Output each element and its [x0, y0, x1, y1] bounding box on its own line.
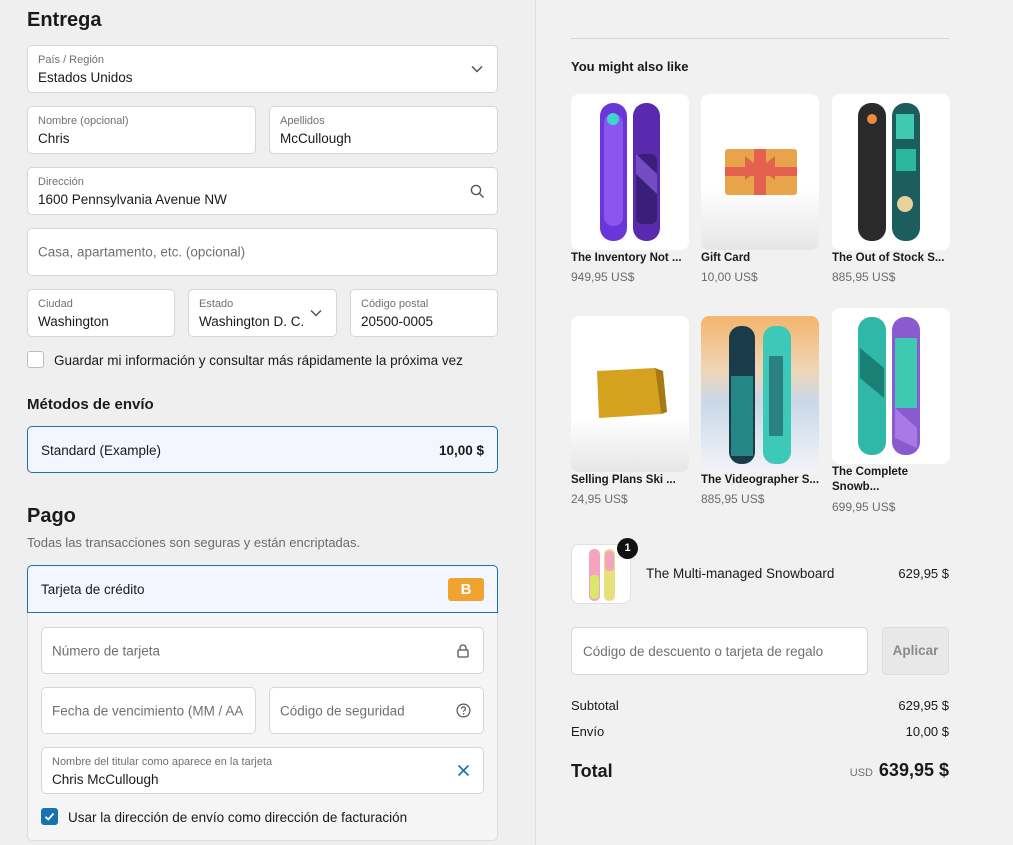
product-title: The Videographer S... — [701, 474, 820, 486]
shipping-option-name: Standard (Example) — [41, 443, 162, 458]
last-name-label: Apellidos — [280, 115, 325, 127]
product-price: 885,95 US$ — [701, 492, 765, 506]
shipping-label: Envío — [571, 724, 605, 739]
delivery-heading: Entrega — [27, 9, 102, 31]
payment-method-credit-card[interactable]: Tarjeta de crédito B — [27, 565, 498, 613]
apply-discount-button[interactable]: Aplicar — [882, 627, 949, 675]
payment-heading: Pago — [27, 505, 76, 527]
clear-icon[interactable] — [455, 763, 471, 779]
card-holder-value: Chris McCullough — [52, 772, 159, 787]
subtotal-value: 629,95 $ — [898, 698, 949, 713]
card-brand-badge: B — [448, 578, 484, 601]
city-label: Ciudad — [38, 298, 73, 310]
discount-code-input[interactable]: Código de descuento o tarjeta de regalo — [571, 627, 868, 675]
shipping-value: 10,00 $ — [905, 724, 949, 739]
total-label: Total — [571, 761, 613, 781]
product-title: Selling Plans Ski ... — [571, 474, 676, 486]
product-price: 24,95 US$ — [571, 492, 628, 506]
shipping-option-standard[interactable]: Standard (Example) 10,00 $ — [27, 426, 498, 473]
save-info-checkbox[interactable] — [27, 351, 44, 368]
country-label: País / Región — [38, 54, 105, 66]
cart-item-price: 629,95 $ — [898, 566, 949, 581]
city-value: Washington — [38, 314, 109, 329]
expiry-field[interactable]: Fecha de vencimiento (MM / AA — [41, 687, 256, 734]
product-price: 885,95 US$ — [832, 270, 896, 284]
state-select[interactable]: Estado Washington D. C. — [188, 289, 337, 337]
recommendations-heading: You might also like — [571, 59, 689, 74]
country-select[interactable]: País / Región Estados Unidos — [27, 45, 498, 93]
search-icon — [469, 183, 485, 199]
zip-field[interactable]: Código postal 20500-0005 — [350, 289, 498, 337]
city-field[interactable]: Ciudad Washington — [27, 289, 175, 337]
first-name-value: Chris — [38, 131, 70, 146]
chevron-down-icon — [308, 305, 324, 321]
shipping-option-price: 10,00 $ — [438, 443, 484, 458]
billing-same-label: Usar la dirección de envío como direcció… — [68, 810, 408, 825]
zip-label: Código postal — [361, 298, 429, 310]
product-title: The Complete Snowb... — [832, 466, 909, 493]
card-number-field[interactable]: Número de tarjeta — [41, 627, 484, 674]
card-number-placeholder: Número de tarjeta — [52, 643, 161, 658]
total-currency: USD — [849, 767, 873, 779]
card-holder-field[interactable]: Nombre del titular como aparece en la ta… — [41, 747, 484, 794]
address-field[interactable]: Dirección 1600 Pennsylvania Avenue NW — [27, 167, 498, 215]
product-image — [701, 94, 819, 250]
country-value: Estados Unidos — [38, 70, 133, 85]
product-image — [701, 316, 819, 472]
product-image — [571, 94, 689, 250]
last-name-value: McCullough — [280, 131, 352, 146]
payment-method-name: Tarjeta de crédito — [41, 582, 145, 597]
security-code-field[interactable]: Código de seguridad — [269, 687, 484, 734]
address-label: Dirección — [38, 176, 84, 188]
zip-value: 20500-0005 — [361, 314, 434, 329]
product-image — [571, 316, 689, 472]
product-title: Gift Card — [701, 252, 751, 264]
first-name-field[interactable]: Nombre (opcional) Chris — [27, 106, 256, 154]
lock-icon — [455, 643, 471, 659]
state-label: Estado — [199, 298, 234, 310]
billing-same-checkbox[interactable] — [41, 808, 58, 825]
card-holder-label: Nombre del titular como aparece en la ta… — [52, 756, 273, 768]
checkmark-icon — [44, 812, 55, 821]
first-name-label: Nombre (opcional) — [38, 115, 129, 127]
product-image — [832, 94, 950, 250]
save-info-label: Guardar mi información y consultar más r… — [54, 353, 463, 368]
product-image — [832, 308, 950, 464]
chevron-down-icon — [469, 61, 485, 77]
address-value: 1600 Pennsylvania Avenue NW — [38, 192, 227, 207]
last-name-field[interactable]: Apellidos McCullough — [269, 106, 498, 154]
product-title: The Out of Stock S... — [832, 252, 945, 264]
summary-divider — [571, 38, 949, 39]
product-price: 10,00 US$ — [701, 270, 758, 284]
state-value: Washington D. C. — [199, 314, 305, 329]
expiry-placeholder: Fecha de vencimiento (MM / AA — [52, 703, 244, 718]
apartment-field[interactable]: Casa, apartamento, etc. (opcional) — [27, 228, 498, 276]
payment-subtitle: Todas las transacciones son seguras y es… — [27, 535, 361, 550]
quantity-badge: 1 — [617, 538, 638, 559]
total-value: 639,95 $ — [878, 760, 949, 780]
apartment-placeholder: Casa, apartamento, etc. (opcional) — [38, 244, 246, 260]
product-title: The Inventory Not ... — [571, 252, 682, 264]
product-price: 949,95 US$ — [571, 270, 635, 284]
discount-placeholder: Código de descuento o tarjeta de regalo — [583, 644, 824, 659]
subtotal-label: Subtotal — [571, 698, 619, 713]
shipping-heading: Métodos de envío — [27, 396, 154, 413]
cart-item-name: The Multi-managed Snowboard — [646, 566, 835, 581]
product-price: 699,95 US$ — [832, 500, 896, 514]
security-code-placeholder: Código de seguridad — [280, 703, 405, 718]
help-icon[interactable] — [455, 703, 471, 719]
checkout-form-panel: Entrega País / Región Estados Unidos Nom… — [0, 0, 535, 845]
